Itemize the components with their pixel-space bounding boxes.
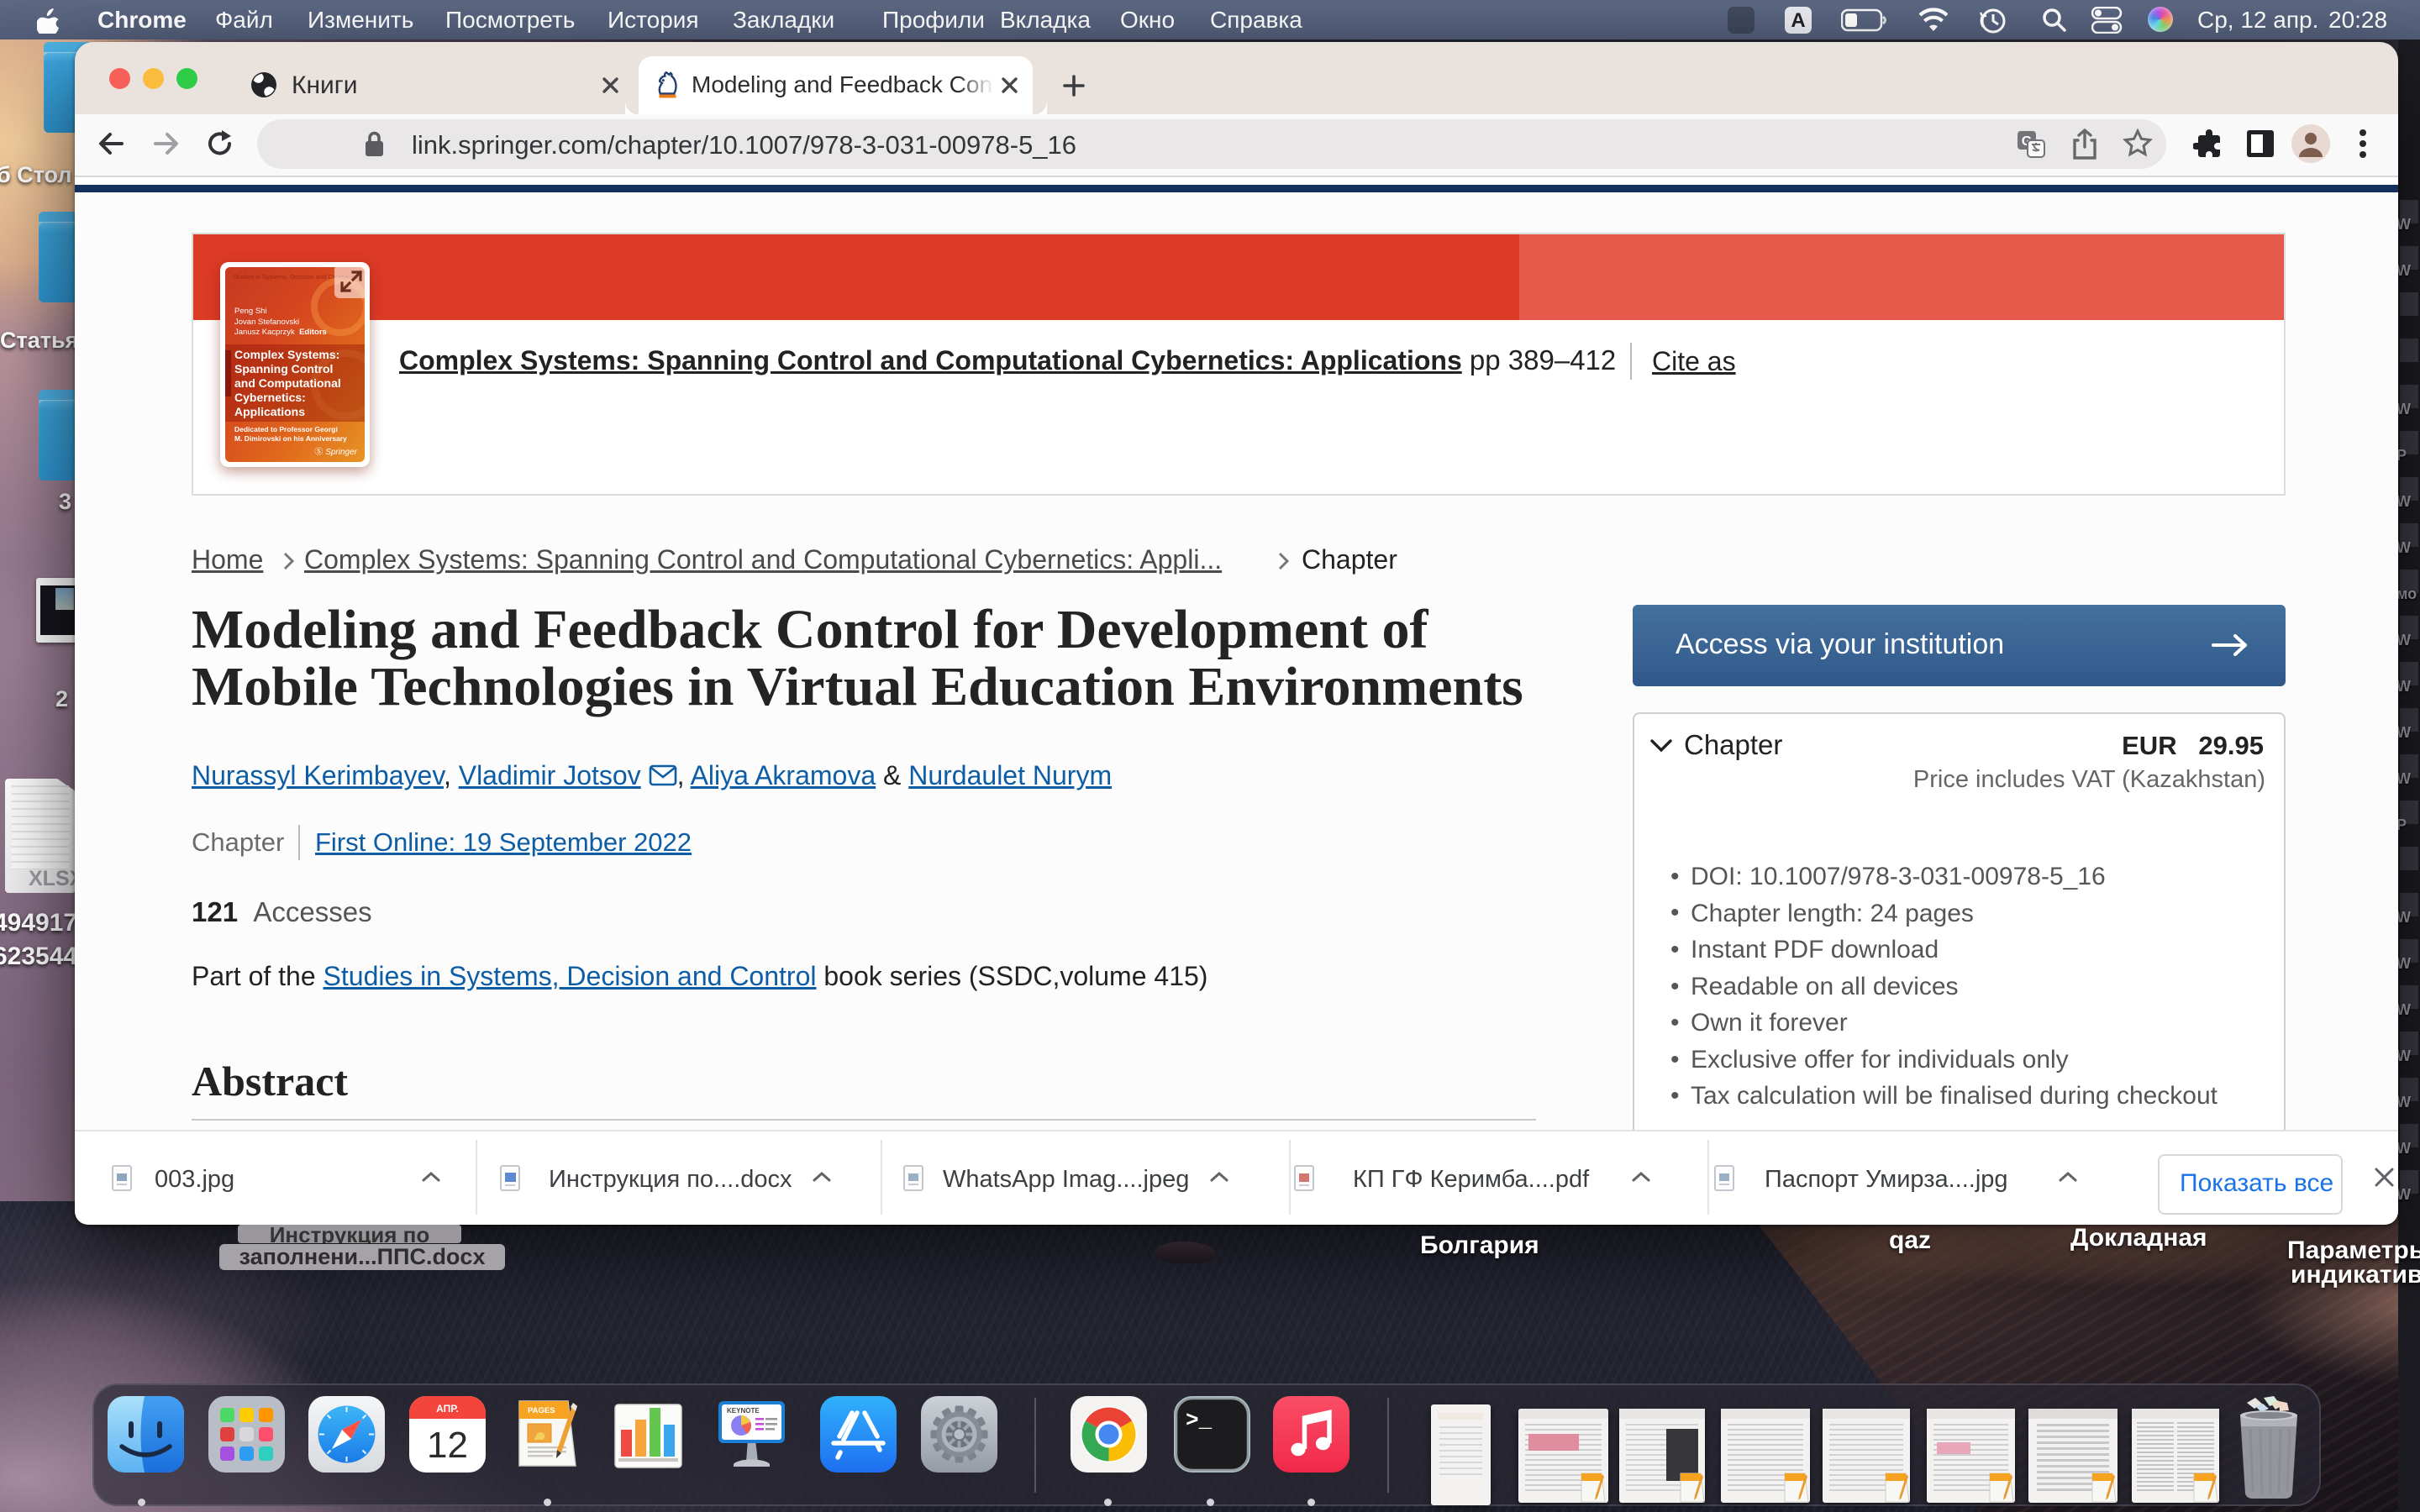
svg-text:АПР.: АПР. (436, 1403, 459, 1415)
svg-text:12: 12 (427, 1425, 468, 1466)
svg-text:PAGES: PAGES (528, 1406, 555, 1415)
svg-text:>_: >_ (1186, 1408, 1213, 1433)
svg-text:KEYNOTE: KEYNOTE (727, 1407, 760, 1415)
